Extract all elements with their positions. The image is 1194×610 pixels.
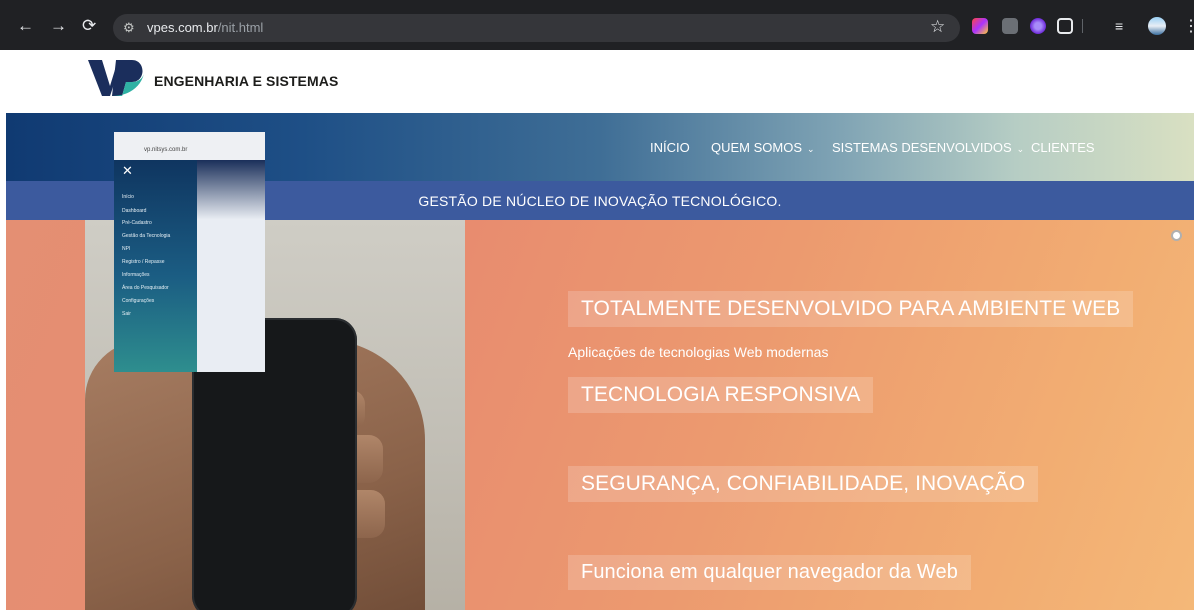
chevron-down-icon: ⌄ bbox=[1016, 144, 1025, 154]
hero-caption-security: SEGURANÇA, CONFIABILIDADE, INOVAÇÃO bbox=[568, 466, 1039, 502]
nav-sistemas-desenvolvidos[interactable]: SISTEMAS DESENVOLVIDOS ⌄ bbox=[832, 140, 1024, 155]
phone-menu-item: Pré-Cadastro bbox=[122, 220, 152, 226]
nav-inicio[interactable]: INÍCIO bbox=[650, 140, 690, 155]
phone-menu-item: Área do Pesquisador bbox=[122, 285, 169, 291]
phone-menu-item: Dashboard bbox=[122, 208, 147, 214]
back-icon[interactable]: ← bbox=[17, 17, 34, 34]
extensions-puzzle-icon[interactable] bbox=[1057, 18, 1073, 34]
reading-list-icon[interactable]: ≡ bbox=[1115, 18, 1123, 35]
browser-toolbar: ← → ⟳ ⚙ vpes.com.br/nit.html ☆ ≡ ⋮ bbox=[0, 0, 1194, 50]
extension-m-icon[interactable] bbox=[1002, 18, 1018, 34]
hero-subtitle: Aplicações de tecnologias Web modernas bbox=[568, 344, 829, 360]
close-icon: ✕ bbox=[122, 163, 133, 178]
phone-menu-item: Informações bbox=[122, 272, 150, 278]
nav-clientes[interactable]: CLIENTES bbox=[1031, 140, 1095, 155]
extension-gear-icon[interactable] bbox=[1030, 18, 1046, 34]
phone-menu-item: Sair bbox=[122, 311, 131, 317]
phone-side-menu: ✕ Início Dashboard Pré-Cadastro Gestão d… bbox=[114, 160, 197, 372]
phone-content-area bbox=[197, 160, 265, 372]
forward-icon[interactable]: → bbox=[50, 17, 67, 34]
slider-indicator-dot[interactable] bbox=[1173, 232, 1180, 239]
chevron-down-icon: ⌄ bbox=[807, 144, 815, 154]
phone-menu-item: Gestão da Tecnologia bbox=[122, 233, 171, 239]
browser-menu-icon[interactable]: ⋮ bbox=[1183, 16, 1194, 36]
phone-menu-item: Configurações bbox=[122, 298, 155, 304]
hero-caption-responsive: TECNOLOGIA RESPONSIVA bbox=[568, 377, 874, 413]
bookmark-star-icon[interactable]: ☆ bbox=[930, 17, 945, 37]
logo-text: ENGENHARIA E SISTEMAS bbox=[154, 73, 339, 89]
extension-icon[interactable] bbox=[972, 18, 988, 34]
phone-screen: vp.nitsys.com.br ✕ Início Dashboard Pré-… bbox=[114, 132, 265, 372]
hero-caption-web: TOTALMENTE DESENVOLVIDO PARA AMBIENTE WE… bbox=[568, 291, 1134, 327]
hero-caption-browser: Funciona em qualquer navegador da Web bbox=[568, 555, 971, 590]
site-settings-icon[interactable]: ⚙ bbox=[123, 20, 135, 36]
phone-status-bar: vp.nitsys.com.br bbox=[114, 132, 265, 160]
nav-quem-somos[interactable]: QUEM SOMOS ⌄ bbox=[711, 140, 815, 155]
reload-icon[interactable]: ⟳ bbox=[82, 17, 96, 34]
vp-logo[interactable] bbox=[88, 58, 148, 98]
address-url: vpes.com.br/nit.html bbox=[147, 20, 264, 35]
phone-url: vp.nitsys.com.br bbox=[144, 147, 188, 153]
phone-menu-item: Início bbox=[122, 194, 134, 200]
phone-menu-item: NPI bbox=[122, 246, 131, 252]
phone-menu-item: Registro / Repasse bbox=[122, 259, 165, 265]
profile-avatar[interactable] bbox=[1148, 17, 1166, 35]
toolbar-divider bbox=[1082, 19, 1083, 33]
address-bar[interactable]: ⚙ vpes.com.br/nit.html bbox=[113, 14, 960, 42]
